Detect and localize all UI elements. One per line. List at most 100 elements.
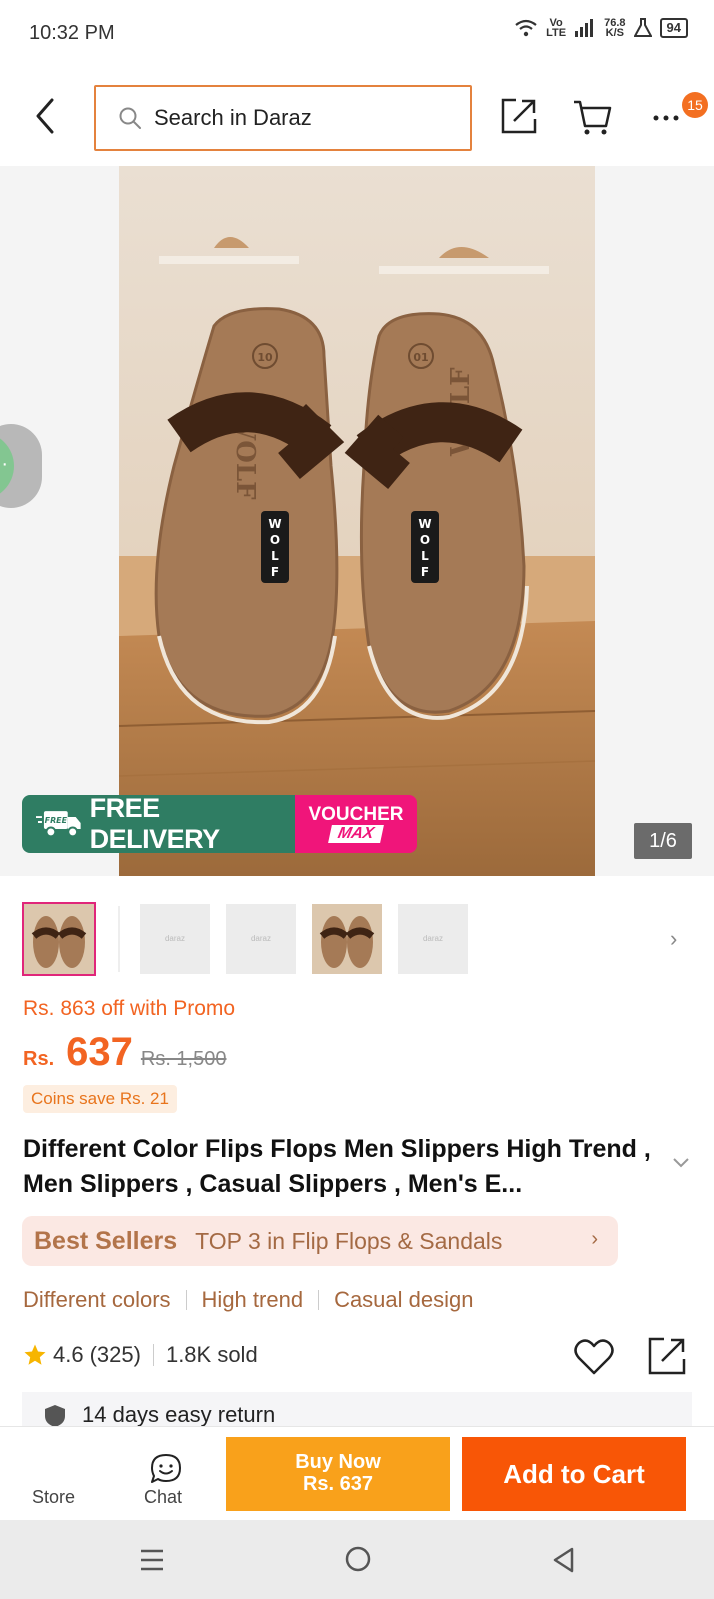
- voucher-max-label: MAX: [328, 825, 384, 843]
- floating-dots-icon: ··: [0, 432, 14, 500]
- svg-text:W: W: [268, 517, 281, 531]
- promo-discount: Rs. 863 off with Promo: [23, 997, 236, 1020]
- heart-icon[interactable]: [574, 1338, 614, 1376]
- thumbnail-1[interactable]: [22, 902, 96, 976]
- floating-widget-tab[interactable]: ··: [0, 424, 42, 508]
- rating-divider: [152, 1344, 154, 1366]
- thumbnail-3[interactable]: daraz: [226, 904, 296, 974]
- add-to-cart-button[interactable]: Add to Cart: [462, 1437, 686, 1511]
- notification-badge: 15: [682, 92, 708, 118]
- svg-text:F: F: [421, 565, 429, 579]
- voucher-label: VOUCHER: [308, 804, 404, 825]
- more-options-icon[interactable]: [650, 96, 686, 136]
- thumbnail-2[interactable]: daraz: [140, 904, 210, 974]
- tag-item: Casual design: [334, 1287, 474, 1312]
- search-placeholder: Search in Daraz: [154, 105, 312, 130]
- speed-unit: K/S: [605, 27, 624, 39]
- network-type: Vo LTE: [546, 18, 567, 39]
- share-icon[interactable]: [500, 97, 538, 135]
- svg-text:O: O: [270, 533, 280, 547]
- thumbnail-placeholder: daraz: [422, 934, 443, 943]
- price-row: Rs. 637 Rs. 1,500: [23, 1030, 226, 1075]
- best-sellers-label: Best Sellers: [34, 1226, 178, 1255]
- buy-now-label: Buy Now: [295, 1451, 381, 1473]
- back-arrow-icon[interactable]: [30, 96, 62, 136]
- tag-item: Different colors: [23, 1287, 171, 1312]
- store-label: Store: [32, 1487, 76, 1507]
- share-icon[interactable]: [647, 1336, 687, 1376]
- thumbnail-sandals: [24, 904, 94, 974]
- svg-text:F: F: [271, 565, 279, 579]
- price-value: 637: [66, 1030, 133, 1074]
- svg-text:L: L: [271, 549, 279, 563]
- store-button[interactable]: Store: [22, 1427, 88, 1521]
- rating-score: 4.6: [53, 1342, 84, 1367]
- top-navigation: Search in Daraz: [0, 66, 714, 166]
- svg-text:01: 01: [413, 351, 428, 364]
- feature-tags: Different colors High trend Casual desig…: [23, 1287, 474, 1313]
- return-policy-row[interactable]: 14 days easy return: [22, 1392, 692, 1426]
- free-tag: FREE: [45, 816, 68, 825]
- home-icon[interactable]: [344, 1545, 372, 1573]
- sold-count: 1.8K sold: [165, 1342, 258, 1367]
- product-title[interactable]: Different Color Flips Flops Men Slippers…: [23, 1132, 663, 1202]
- search-input[interactable]: Search in Daraz: [94, 85, 472, 151]
- rating-count: (325): [89, 1342, 141, 1367]
- svg-text:W: W: [418, 517, 431, 531]
- chat-icon: [151, 1454, 181, 1483]
- chevron-right-icon[interactable]: ›: [670, 926, 677, 952]
- buy-now-button[interactable]: Buy Now Rs. 637: [226, 1437, 450, 1511]
- free-delivery-label: FREE DELIVERY: [89, 795, 221, 853]
- product-image-gallery[interactable]: 10 WOLF W O L F 01 WOLF W O L F ·· «: [0, 166, 714, 970]
- tag-item: High trend: [201, 1287, 304, 1312]
- original-price: Rs. 1,500: [140, 1048, 227, 1070]
- thumbnail-sandals: [312, 904, 382, 974]
- flask-icon: [633, 18, 652, 37]
- free-delivery-banner[interactable]: FREE FREE DELIVERY VOUCHER MAX: [22, 795, 417, 853]
- price-currency: Rs.: [23, 1048, 55, 1070]
- buy-now-price: Rs. 637: [302, 1473, 374, 1495]
- svg-text:O: O: [420, 533, 430, 547]
- battery-indicator: 94: [659, 18, 688, 38]
- free-delivery-section: FREE FREE DELIVERY: [22, 795, 295, 853]
- delivery-truck-icon: FREE: [36, 811, 81, 838]
- chevron-right-icon: ›: [591, 1228, 598, 1250]
- system-navigation-bar: [0, 1520, 714, 1599]
- shield-icon: [45, 1405, 65, 1426]
- tag-divider: [318, 1290, 320, 1310]
- chat-button[interactable]: Chat: [136, 1427, 196, 1521]
- best-sellers-banner[interactable]: Best Sellers TOP 3 in Flip Flops & Sanda…: [22, 1216, 618, 1266]
- voucher-max-section: VOUCHER MAX: [295, 795, 417, 853]
- search-icon: [119, 107, 141, 129]
- network-speed: 76.8 K/S: [604, 18, 625, 39]
- back-triangle-icon[interactable]: [551, 1546, 575, 1574]
- thumbnail-placeholder: daraz: [250, 934, 271, 943]
- coins-badge: Coins save Rs. 21: [23, 1085, 177, 1113]
- network-bottom: LTE: [546, 27, 567, 39]
- status-bar: 10:32 PM Vo LTE 76.8 K/S 94: [0, 0, 714, 66]
- wifi-icon: [515, 19, 537, 37]
- cart-icon[interactable]: [572, 96, 612, 136]
- svg-text:10: 10: [257, 351, 273, 364]
- thumbnail-4[interactable]: [312, 904, 382, 974]
- chat-label: Chat: [144, 1487, 183, 1507]
- chevron-down-icon[interactable]: [672, 1156, 690, 1170]
- sandals-image: 10 WOLF W O L F 01 WOLF W O L F: [119, 166, 595, 876]
- status-icons: Vo LTE 76.8 K/S 94: [514, 18, 688, 39]
- signal-icon: [575, 19, 594, 37]
- star-icon: [24, 1344, 46, 1365]
- rating-row[interactable]: 4.6 (325) 1.8K sold: [23, 1342, 258, 1368]
- recent-apps-icon[interactable]: [139, 1546, 165, 1574]
- thumbnail-divider: [118, 906, 120, 972]
- image-page-counter: 1/6: [634, 823, 692, 859]
- product-photo[interactable]: 10 WOLF W O L F 01 WOLF W O L F: [119, 166, 595, 876]
- thumbnail-placeholder: daraz: [164, 934, 185, 943]
- status-time: 10:32 PM: [29, 22, 115, 44]
- svg-text:L: L: [421, 549, 429, 563]
- thumbnail-5[interactable]: daraz: [398, 904, 468, 974]
- thumbnail-strip: daraz daraz daraz ›: [0, 876, 714, 986]
- tag-divider: [185, 1290, 187, 1310]
- return-policy-text: 14 days easy return: [82, 1402, 276, 1426]
- best-sellers-rank: TOP 3 in Flip Flops & Sandals: [195, 1227, 503, 1254]
- bottom-action-bar: Store Chat Buy Now Rs. 637 Add to Cart: [0, 1426, 714, 1520]
